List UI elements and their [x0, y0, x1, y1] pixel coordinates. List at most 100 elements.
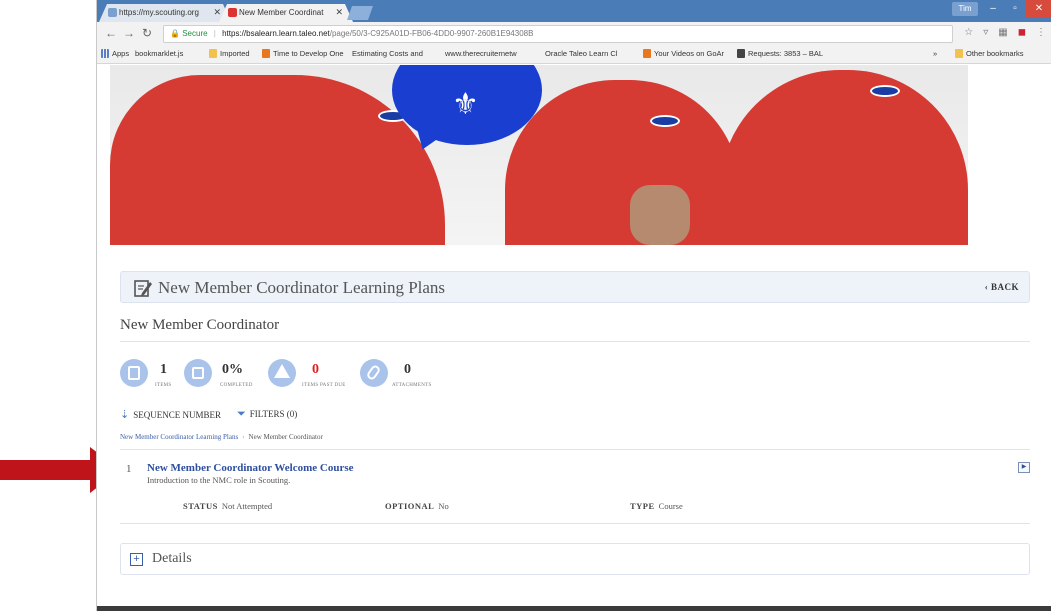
- tab-strip: https://my.scouting.org ✕ New Member Coo…: [97, 0, 1051, 22]
- sort-sequence-button[interactable]: ⇣ SEQUENCE NUMBER: [120, 408, 221, 421]
- launch-course-button[interactable]: ▶: [1018, 462, 1030, 473]
- bookmark-item[interactable]: Requests: 3853 – BAL: [737, 49, 823, 58]
- bookmark-item[interactable]: Your Videos on GoAr: [643, 49, 724, 58]
- lock-icon: 🔒: [170, 29, 180, 38]
- minimize-icon[interactable]: –: [982, 0, 1004, 18]
- items-icon: [120, 359, 148, 387]
- arm-shape: [630, 185, 690, 245]
- bookmark-label: Estimating Costs and: [352, 49, 423, 58]
- chart-icon: [262, 49, 270, 58]
- extension-icon[interactable]: ▦: [998, 27, 1007, 38]
- bookmarks-bar: Apps bookmarklet.js Imported Time to Dev…: [97, 46, 1051, 64]
- bookmark-item[interactable]: Estimating Costs and: [352, 49, 423, 58]
- plan-subtitle: New Member Coordinator: [120, 317, 280, 333]
- folder-icon: [209, 49, 217, 58]
- apps-grid-icon: [101, 49, 109, 58]
- other-bookmarks-folder[interactable]: Other bookmarks: [955, 49, 1024, 58]
- welcome-logo-patch: [870, 85, 900, 97]
- expand-plus-icon: +: [130, 553, 143, 566]
- edit-document-icon: [134, 280, 152, 297]
- filters-button[interactable]: ⏷ FILTERS (0): [237, 408, 297, 421]
- bookmark-label: Imported: [220, 49, 250, 58]
- stat-completed-label: COMPLETED: [220, 383, 253, 388]
- tracker-icon: [737, 49, 745, 58]
- course-title-link[interactable]: New Member Coordinator Welcome Course: [147, 462, 354, 474]
- fleur-de-lis-icon: ⚜: [452, 88, 479, 121]
- tab-title: https://my.scouting.org: [119, 8, 199, 17]
- address-bar[interactable]: 🔒 Secure | https://bsalearn.learn.taleo.…: [163, 25, 953, 43]
- bookmark-apps[interactable]: Apps: [101, 49, 129, 58]
- learning-plan-page: ⚜ New Member Coordinator Learning Plans …: [97, 65, 1051, 611]
- address-separator: |: [213, 29, 216, 38]
- stat-past-due-label: ITEMS PAST DUE: [302, 383, 346, 388]
- breadcrumb-root-link[interactable]: New Member Coordinator Learning Plans: [120, 433, 238, 441]
- menu-icon[interactable]: ⋮: [1036, 27, 1046, 38]
- bookmark-label: Apps: [112, 49, 130, 58]
- browser-window: https://my.scouting.org ✕ New Member Coo…: [96, 0, 1051, 611]
- overflow-label: »: [933, 49, 938, 58]
- stat-past-due-value: 0: [312, 362, 319, 377]
- sort-icon: ⇣: [120, 409, 130, 421]
- bookmark-label: bookmarklet.js: [135, 49, 184, 58]
- extension-icon[interactable]: ▿: [983, 27, 988, 38]
- address-path: /page/50/3-C925A01D-FB06-4DD0-9907-260B1…: [329, 29, 534, 38]
- course-list-item: 1 New Member Coordinator Welcome Course …: [120, 458, 1030, 524]
- paperclip-icon: [360, 359, 388, 387]
- bookmark-label: Your Videos on GoAr: [654, 49, 725, 58]
- close-window-icon[interactable]: ✕: [1026, 0, 1051, 18]
- tab-title: New Member Coordinat: [239, 8, 324, 17]
- bookmark-label: Requests: 3853 – BAL: [748, 49, 824, 58]
- stat-items-value: 1: [160, 362, 167, 377]
- back-button[interactable]: ‹ BACK: [985, 282, 1019, 292]
- maximize-icon[interactable]: ▫: [1004, 0, 1026, 18]
- reload-icon[interactable]: ↻: [142, 26, 152, 40]
- globe-icon: [108, 8, 117, 17]
- status-value: Not Attempted: [221, 501, 273, 511]
- details-expander[interactable]: + Details: [120, 543, 1030, 575]
- extension-icon[interactable]: ◼: [1018, 27, 1026, 38]
- secure-label: Secure: [182, 29, 208, 38]
- filters-label: FILTERS (0): [249, 409, 298, 419]
- filter-icon: ⏷: [236, 408, 246, 420]
- breadcrumb-separator: ›: [242, 433, 245, 441]
- optional-label: OPTIONAL: [385, 501, 435, 511]
- close-tab-icon[interactable]: ✕: [335, 4, 343, 21]
- tab-new-member-coordinator[interactable]: New Member Coordinat ✕: [219, 4, 353, 22]
- optional-value: No: [438, 501, 449, 511]
- type-value: Course: [658, 501, 683, 511]
- details-label: Details: [152, 551, 192, 566]
- learning-plan-header: New Member Coordinator Learning Plans ‹ …: [120, 271, 1030, 303]
- warning-icon: [268, 359, 296, 387]
- close-tab-icon[interactable]: ✕: [213, 4, 221, 21]
- bookmark-item[interactable]: Oracle Taleo Learn Cl: [545, 49, 617, 58]
- breadcrumb: New Member Coordinator Learning Plans › Ne…: [120, 433, 323, 441]
- goanimate-icon: [643, 49, 651, 58]
- profile-button[interactable]: Tim: [952, 2, 978, 16]
- tab-my-scouting[interactable]: https://my.scouting.org ✕: [99, 4, 231, 22]
- course-optional: OPTIONAL No: [385, 501, 449, 511]
- red-shirt-person: [505, 80, 740, 245]
- page-bottom-bar: [97, 606, 1051, 611]
- folder-icon: [955, 49, 963, 58]
- completed-icon: [184, 359, 212, 387]
- list-controls: ⇣ SEQUENCE NUMBER ⏷ FILTERS (0): [120, 408, 297, 421]
- bookmarks-overflow-button[interactable]: »: [933, 49, 937, 58]
- bookmark-item[interactable]: bookmarklet.js: [135, 49, 183, 58]
- browser-toolbar: ← → ↻ 🔒 Secure | https://bsalearn.learn.…: [97, 22, 1051, 46]
- stat-attachments-label: ATTACHMENTS: [392, 383, 432, 388]
- course-status: STATUS Not Attempted: [183, 501, 272, 511]
- divider: [120, 523, 1030, 524]
- bookmark-item[interactable]: Time to Develop One: [262, 49, 344, 58]
- bookmark-item[interactable]: Imported: [209, 49, 250, 58]
- divider: [120, 341, 1030, 342]
- sort-label: SEQUENCE NUMBER: [133, 410, 221, 420]
- back-arrow-icon[interactable]: ←: [105, 26, 117, 40]
- bookmark-item[interactable]: www.therecruiternetw: [445, 49, 517, 58]
- course-description: Introduction to the NMC role in Scouting…: [147, 475, 291, 485]
- star-bookmark-icon[interactable]: ☆: [964, 27, 973, 38]
- bookmark-label: www.therecruiternetw: [445, 49, 517, 58]
- bookmark-label: Time to Develop One: [273, 49, 344, 58]
- new-tab-button[interactable]: [347, 6, 373, 20]
- divider: [120, 449, 1030, 450]
- forward-arrow-icon[interactable]: →: [123, 26, 135, 40]
